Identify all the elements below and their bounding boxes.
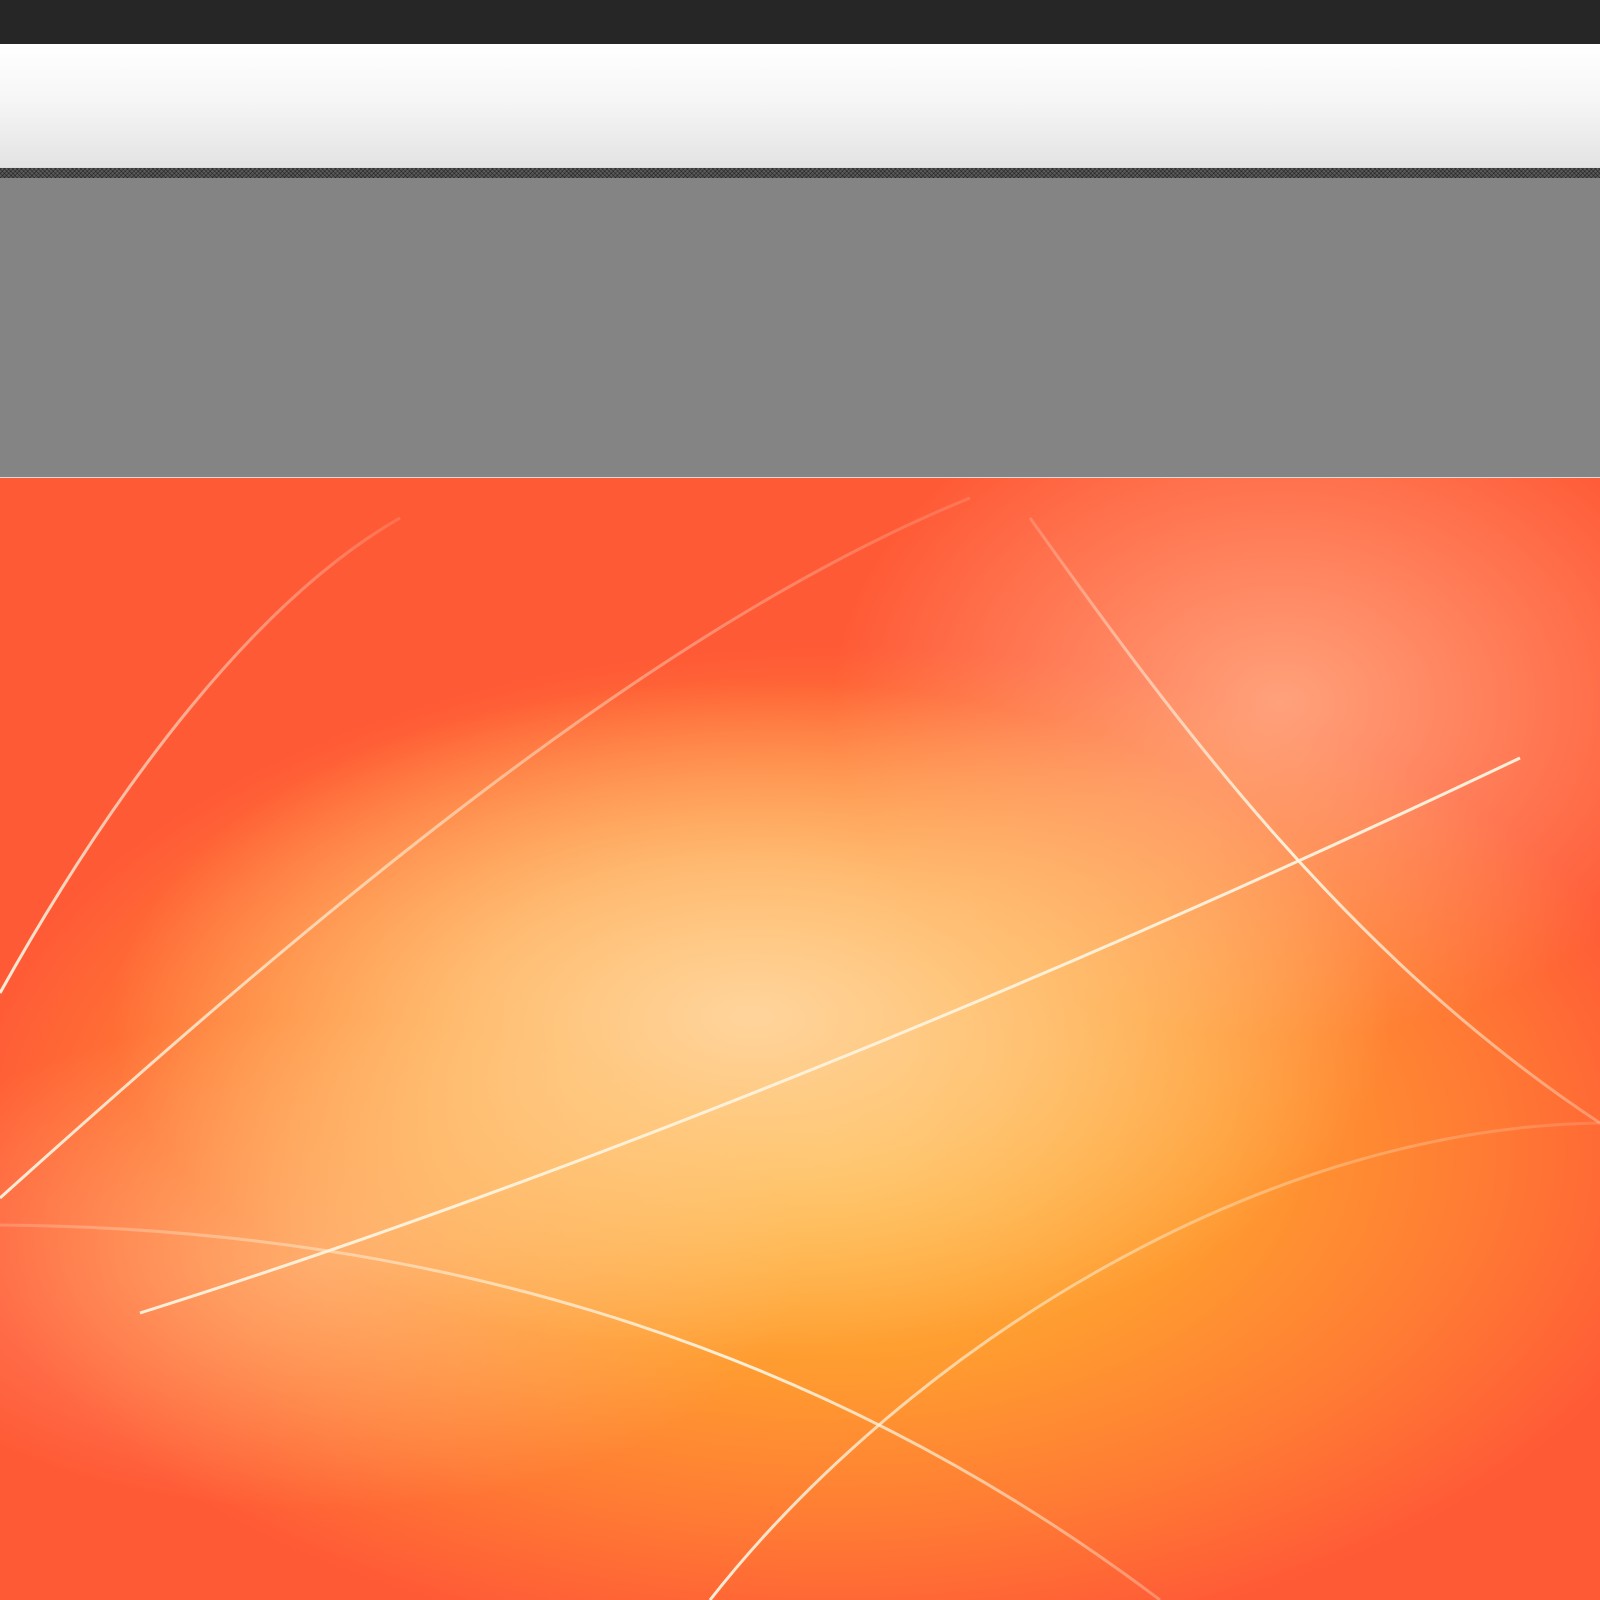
app-screen	[0, 0, 1600, 1600]
wallpaper-curve-1	[0, 516, 401, 994]
header-bar	[0, 44, 1600, 168]
wallpaper-curves	[0, 496, 1600, 1600]
wallpaper-curve-6	[708, 1121, 1600, 1600]
wallpaper-curve-4	[1028, 517, 1600, 1125]
wallpaper-curve-5	[0, 1223, 1161, 1600]
top-bar	[0, 0, 1600, 44]
desktop-wallpaper	[0, 478, 1600, 1600]
header-divider	[0, 168, 1600, 178]
wallpaper-curve-3	[139, 756, 1521, 1315]
wallpaper-curve-2	[0, 496, 971, 1200]
content-panel	[0, 178, 1600, 478]
